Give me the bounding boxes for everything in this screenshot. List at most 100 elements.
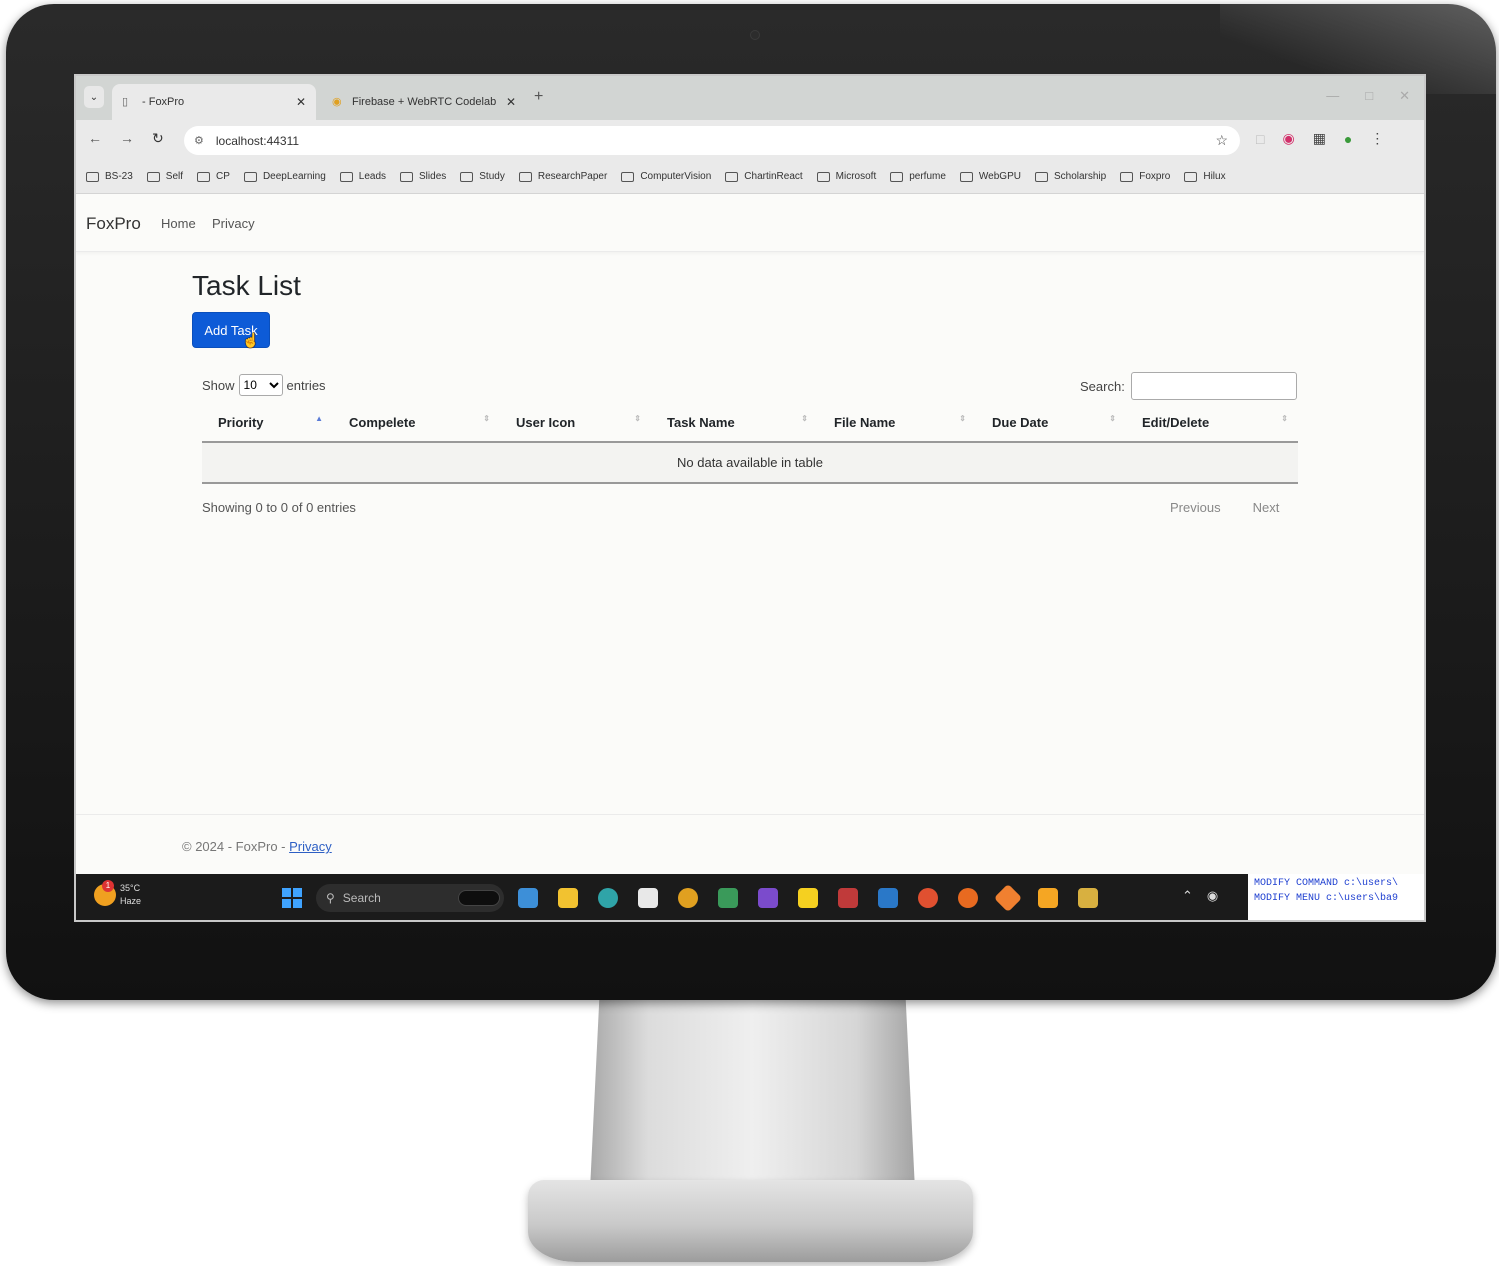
bookmark-folder[interactable]: BS-23 <box>86 171 133 182</box>
postman-app-icon[interactable] <box>918 888 938 908</box>
tab-firebase[interactable]: ◉ Firebase + WebRTC Codelab ✕ <box>322 84 526 120</box>
tab-title: - FoxPro <box>142 96 185 108</box>
extension-icons: □ ◉ ▦ ● ⋮ <box>1256 130 1384 147</box>
store-app-icon[interactable] <box>638 888 658 908</box>
table-header-row: Priority ▲ Compelete ⇕ User Icon ⇕ Task Nam… <box>202 404 1298 443</box>
folder-icon <box>621 171 635 182</box>
column-header-user-icon[interactable]: User Icon ⇕ <box>500 404 651 443</box>
windows-start-icon[interactable] <box>282 888 302 908</box>
column-header-priority[interactable]: Priority ▲ <box>202 404 333 443</box>
tab-foxpro[interactable]: ▯ - FoxPro ✕ <box>112 84 316 120</box>
folder-icon <box>1120 171 1134 182</box>
monitor-screen: ⌄ ▯ - FoxPro ✕ ◉ Firebase + WebRTC Codel… <box>74 74 1426 922</box>
url-text: localhost:44311 <box>215 133 300 148</box>
chevron-up-icon[interactable]: ⌃ <box>1182 888 1193 904</box>
column-header-due-date[interactable]: Due Date ⇕ <box>976 404 1126 443</box>
minimize-icon[interactable]: — <box>1326 88 1339 104</box>
teams-app-icon[interactable] <box>518 888 538 908</box>
bookmark-folder[interactable]: Foxpro <box>1120 171 1170 182</box>
weather-widget[interactable]: 1 35°C Haze <box>94 880 141 908</box>
taskbar-search-placeholder: Search <box>342 891 381 905</box>
close-tab-icon[interactable]: ✕ <box>296 95 306 109</box>
app-icon[interactable] <box>878 888 898 908</box>
bookmark-folder[interactable]: Study <box>460 171 505 182</box>
entries-per-page-select[interactable]: 10 <box>238 374 283 396</box>
nav-link-home[interactable]: Home <box>161 216 196 231</box>
close-window-icon[interactable]: ✕ <box>1399 88 1410 104</box>
taskbar-search-box[interactable]: ⚲ Search <box>316 884 504 912</box>
next-page-button[interactable]: Next <box>1253 500 1280 515</box>
firebase-app-icon[interactable] <box>1038 888 1058 908</box>
menu-kebab-icon[interactable]: ⋮ <box>1370 130 1384 147</box>
tray-app-icon[interactable]: ◉ <box>1207 888 1218 904</box>
bookmark-folder[interactable]: Hilux <box>1184 171 1226 182</box>
sort-icon: ⇕ <box>1281 414 1288 423</box>
bookmark-folder[interactable]: Leads <box>339 171 386 182</box>
foxpro-app-icon[interactable] <box>1078 888 1098 908</box>
chrome-browser-icon[interactable] <box>678 888 698 908</box>
bookmark-folder[interactable]: Self <box>146 171 183 182</box>
site-brand[interactable]: FoxPro <box>86 214 141 234</box>
previous-page-button[interactable]: Previous <box>1170 500 1221 515</box>
web-page: FoxPro Home Privacy Task List Add Task ☝… <box>76 194 1424 874</box>
bookmark-folder[interactable]: Slides <box>400 171 446 182</box>
bookmark-folder[interactable]: Microsoft <box>816 171 876 182</box>
system-tray: ⌃ ◉ <box>1182 888 1218 904</box>
back-arrow-icon[interactable]: ← <box>88 130 102 146</box>
bookmark-folder[interactable]: WebGPU <box>959 171 1021 182</box>
puzzle-extension-icon[interactable]: ▦ <box>1313 130 1326 147</box>
column-header-complete[interactable]: Compelete ⇕ <box>333 404 500 443</box>
folder-icon <box>1034 171 1048 182</box>
bookmarks-bar: BS-23 Self CP DeepLearning Leads Slides … <box>76 160 1424 194</box>
footer-privacy-link[interactable]: Privacy <box>289 839 332 854</box>
file-explorer-icon[interactable] <box>558 888 578 908</box>
show-label: Show <box>202 377 235 393</box>
bookmark-folder[interactable]: DeepLearning <box>243 171 326 182</box>
forward-arrow-icon[interactable]: → <box>120 130 134 146</box>
page-favicon-icon: ▯ <box>122 96 129 108</box>
firefox-browser-icon[interactable] <box>958 888 978 908</box>
bookmark-folder[interactable]: perfume <box>890 171 946 182</box>
tab-search-dropdown-icon[interactable]: ⌄ <box>84 86 104 108</box>
folder-icon <box>725 171 739 182</box>
bookmark-folder[interactable]: ResearchPaper <box>518 171 607 182</box>
column-header-file-name[interactable]: File Name ⇕ <box>818 404 976 443</box>
table-search-input[interactable] <box>1130 372 1297 400</box>
app-icon[interactable] <box>718 888 738 908</box>
weather-sun-icon: 1 <box>94 880 116 906</box>
sort-icon: ⇕ <box>801 414 808 423</box>
column-header-edit-delete[interactable]: Edit/Delete ⇕ <box>1126 404 1298 443</box>
folder-icon <box>518 171 532 182</box>
task-table: Priority ▲ Compelete ⇕ User Icon ⇕ Task Nam… <box>202 404 1298 484</box>
reload-icon[interactable]: ↻ <box>152 130 164 147</box>
app-icon[interactable] <box>838 888 858 908</box>
color-extension-icon[interactable]: ◉ <box>1282 130 1294 147</box>
site-info-icon[interactable]: ⚙ <box>194 134 204 147</box>
sort-icon: ⇕ <box>1109 414 1116 423</box>
nav-link-privacy[interactable]: Privacy <box>212 216 255 231</box>
edge-browser-icon[interactable] <box>598 888 618 908</box>
visual-studio-icon[interactable] <box>758 888 778 908</box>
new-tab-icon[interactable]: + <box>534 88 543 106</box>
bookmark-folder[interactable]: Scholarship <box>1034 171 1106 182</box>
webcam-icon <box>750 30 760 40</box>
close-tab-icon[interactable]: ✕ <box>506 95 516 109</box>
window-controls: — □ ✕ <box>1326 88 1410 104</box>
git-app-icon[interactable] <box>993 883 1023 913</box>
search-label: Search: <box>1080 378 1125 394</box>
column-header-task-name[interactable]: Task Name ⇕ <box>651 404 818 443</box>
sort-icon: ⇕ <box>483 414 490 423</box>
sticky-notes-icon[interactable] <box>798 888 818 908</box>
maximize-icon[interactable]: □ <box>1365 88 1373 104</box>
table-length-control: Show 10 entries <box>202 374 326 396</box>
bookmark-folder[interactable]: ComputerVision <box>621 171 711 182</box>
folder-icon <box>816 171 830 182</box>
table-pagination: Previous Next <box>1170 500 1279 515</box>
bookmark-folder[interactable]: ChartinReact <box>725 171 803 182</box>
address-bar[interactable]: ⚙ localhost:44311 ☆ <box>184 126 1240 155</box>
foxpro-command-window[interactable]: MODIFY COMMAND c:\users\ MODIFY MENU c:\… <box>1248 874 1424 920</box>
profile-avatar-icon[interactable]: ● <box>1344 131 1352 147</box>
bookmark-star-icon[interactable]: ☆ <box>1215 132 1228 149</box>
bookmark-folder[interactable]: CP <box>197 171 230 182</box>
extension-square-icon[interactable]: □ <box>1256 131 1264 147</box>
